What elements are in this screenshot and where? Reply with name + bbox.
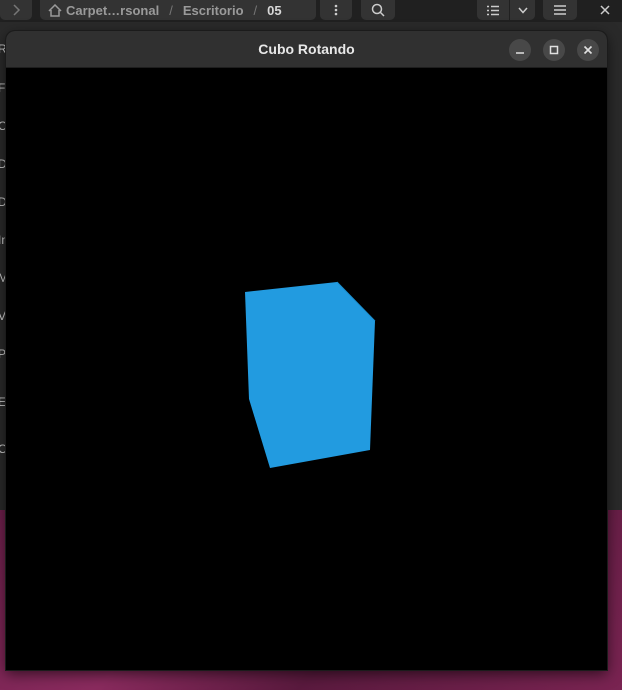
maximize-icon bbox=[549, 45, 559, 55]
close-button[interactable] bbox=[577, 39, 599, 61]
minimize-button[interactable] bbox=[509, 39, 531, 61]
list-view-button[interactable] bbox=[477, 0, 509, 20]
more-vertical-icon bbox=[334, 4, 338, 16]
search-button[interactable] bbox=[361, 0, 395, 20]
file-manager-headerbar: Carpet…rsonal / Escritorio / 05 bbox=[0, 0, 622, 22]
list-view-icon bbox=[487, 5, 499, 15]
chevron-down-icon bbox=[517, 7, 528, 14]
view-options-button[interactable] bbox=[510, 0, 535, 20]
path-segment-current[interactable]: 05 bbox=[267, 3, 281, 18]
search-icon bbox=[371, 3, 385, 17]
forward-button[interactable] bbox=[0, 0, 32, 20]
path-menu-button[interactable] bbox=[320, 0, 352, 20]
close-icon bbox=[583, 45, 593, 55]
path-segment-escritorio[interactable]: Escritorio bbox=[183, 3, 244, 18]
cubo-rotando-window[interactable]: Cubo Rotando bbox=[6, 31, 607, 670]
opengl-canvas[interactable] bbox=[6, 68, 607, 670]
maximize-button[interactable] bbox=[543, 39, 565, 61]
window-titlebar[interactable]: Cubo Rotando bbox=[6, 31, 607, 68]
file-manager-close-button[interactable] bbox=[588, 0, 622, 20]
rotating-cube bbox=[245, 282, 375, 468]
home-icon bbox=[48, 3, 62, 17]
minimize-icon bbox=[516, 52, 524, 54]
chevron-right-icon bbox=[13, 4, 21, 16]
main-menu-button[interactable] bbox=[543, 0, 577, 20]
cube-scene bbox=[245, 281, 376, 468]
close-icon bbox=[600, 5, 610, 15]
path-bar[interactable]: Carpet…rsonal / Escritorio / 05 bbox=[40, 0, 316, 20]
path-separator: / bbox=[169, 2, 173, 18]
path-separator: / bbox=[253, 2, 258, 18]
hamburger-menu-icon bbox=[554, 5, 566, 15]
path-segment-home[interactable]: Carpet…rsonal bbox=[66, 3, 159, 18]
